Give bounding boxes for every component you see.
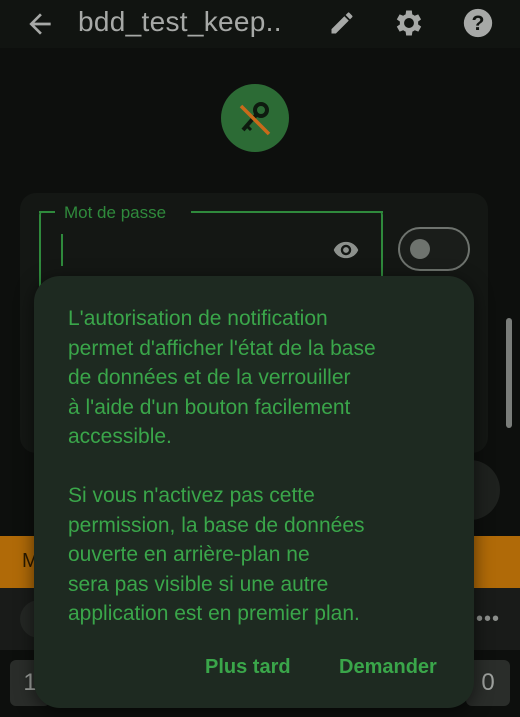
gear-icon[interactable] (392, 6, 426, 40)
later-button[interactable]: Plus tard (205, 656, 291, 679)
biometric-toggle[interactable] (398, 227, 470, 271)
lock-status-logo (221, 84, 289, 152)
database-title: bdd_test_keep.. (78, 6, 282, 37)
more-icon[interactable]: ••• (476, 608, 500, 631)
eye-icon[interactable] (330, 236, 362, 264)
key-off-icon (239, 102, 271, 136)
help-icon[interactable]: ? (461, 6, 495, 40)
app-bar: bdd_test_keep.. ? (0, 0, 520, 48)
arrow-back-icon[interactable] (24, 8, 56, 40)
pencil-icon[interactable] (328, 9, 356, 37)
notification-permission-dialog: L'autorisation de notification permet d'… (34, 276, 474, 708)
dialog-message: L'autorisation de notification permet d'… (68, 307, 376, 625)
text-cursor (61, 234, 63, 266)
ask-button[interactable]: Demander (339, 656, 437, 679)
svg-text:?: ? (472, 11, 485, 35)
toggle-knob (410, 239, 430, 259)
scrollbar[interactable] (506, 318, 512, 428)
password-label: Mot de passe (64, 203, 167, 222)
